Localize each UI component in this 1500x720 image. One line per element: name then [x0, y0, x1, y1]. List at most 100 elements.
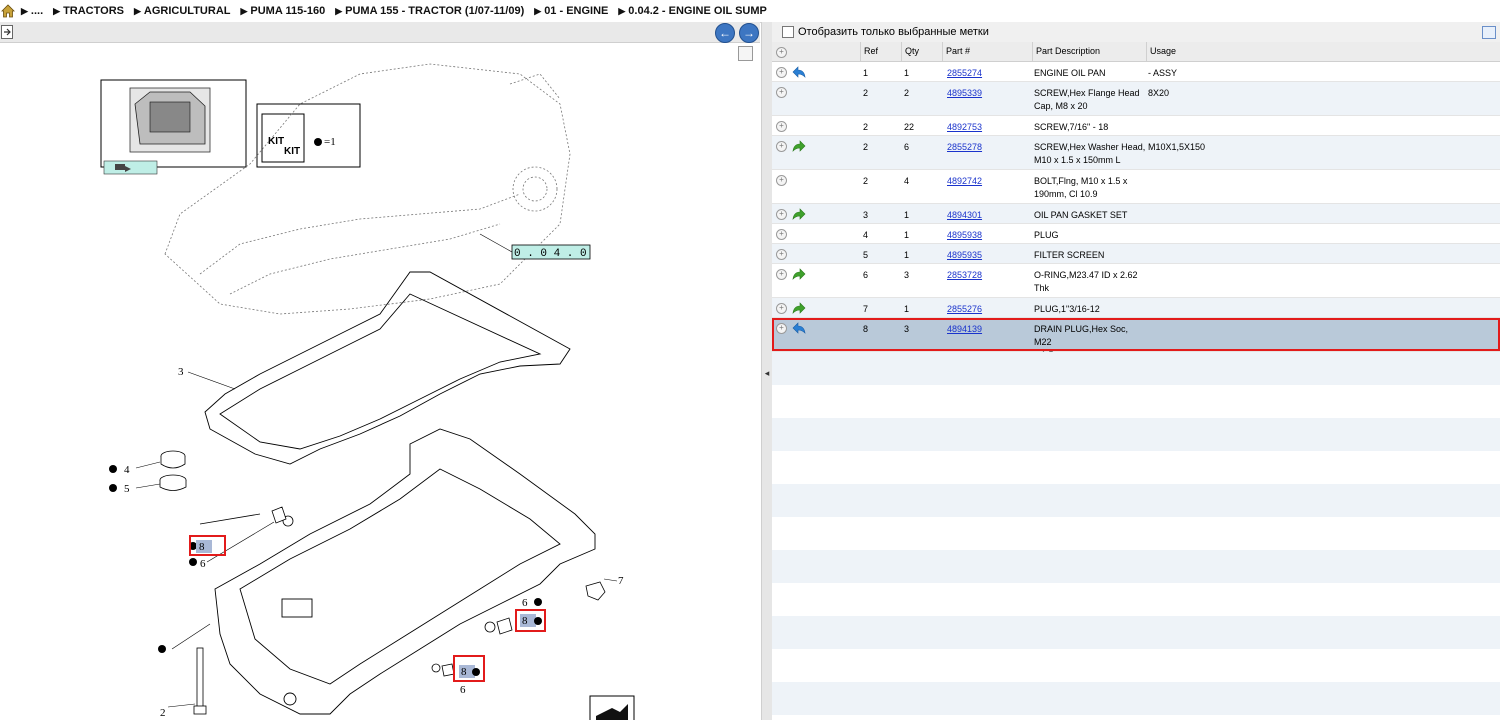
ref-cell: 2: [863, 88, 869, 98]
return-arrow-icon[interactable]: [792, 322, 806, 334]
table-row[interactable]: +3 1 4894301 OIL PAN GASKET SET: [772, 204, 1500, 224]
part-number-cell[interactable]: 4892753: [947, 121, 982, 134]
svg-text:6: 6: [522, 597, 528, 609]
ref-cell: 6: [863, 270, 869, 280]
column-header-ref[interactable]: Ref: [860, 42, 902, 61]
column-header-qty[interactable]: Qty: [901, 42, 943, 61]
description-line: ENGINE OIL PAN: [1034, 68, 1106, 78]
part-number-cell[interactable]: 2855276: [947, 303, 982, 316]
part-number-cell[interactable]: 4895938: [947, 229, 982, 242]
part-number-cell[interactable]: 4894301: [947, 209, 982, 222]
collapse-icon[interactable]: ◂: [763, 362, 771, 384]
expand-row-icon[interactable]: +: [776, 121, 787, 132]
return-arrow-icon[interactable]: [792, 66, 806, 78]
expand-row-icon[interactable]: +: [776, 303, 787, 314]
forward-arrow-icon[interactable]: [792, 140, 806, 152]
breadcrumb-item[interactable]: ▶....: [21, 5, 43, 17]
ref-cell: 8: [863, 324, 869, 334]
forward-arrow-icon[interactable]: [792, 302, 806, 314]
part-number-link[interactable]: 2855274: [947, 68, 982, 78]
table-row[interactable]: +6 3 2853728 O-RING,M23.47 ID x 2.62 Thk: [772, 264, 1500, 298]
part-number-link[interactable]: 4894139: [947, 324, 982, 334]
empty-row: [772, 550, 1500, 583]
export-icon[interactable]: [1, 25, 13, 39]
filter-checkbox[interactable]: [782, 26, 794, 38]
table-settings-icon[interactable]: [1482, 26, 1496, 39]
forward-arrow-icon[interactable]: [792, 268, 806, 280]
table-row[interactable]: +2 4 4892742 BOLT,Flng, M10 x 1.5 x 190mm, C…: [772, 170, 1500, 204]
expand-row-icon[interactable]: +: [776, 269, 787, 280]
empty-row: [772, 616, 1500, 649]
svg-text:4: 4: [124, 464, 130, 476]
part-number-cell[interactable]: 4894139: [947, 323, 982, 336]
ref-cell: 2: [863, 176, 869, 186]
table-row[interactable]: +4 1 4895938 PLUG: [772, 224, 1500, 244]
next-page-icon[interactable]: [589, 695, 635, 720]
expand-row-icon[interactable]: +: [776, 175, 787, 186]
table-row[interactable]: +5 1 4895935 FILTER SCREEN: [772, 244, 1500, 264]
table-row[interactable]: +2 6 2855278 SCREW,Hex Washer Head, M10 x 1.…: [772, 136, 1500, 170]
part-number-link[interactable]: 2855276: [947, 304, 982, 314]
description-line: Thk: [1034, 283, 1050, 293]
description-cell: PLUG,1"3/16-12: [1034, 303, 1146, 316]
usage-cell: 8X20: [1148, 88, 1170, 98]
expand-row-icon[interactable]: +: [776, 209, 787, 220]
home-icon[interactable]: [1, 4, 15, 18]
description-line: OIL PAN GASKET SET: [1034, 210, 1128, 220]
breadcrumb-item[interactable]: ▶ TRACTORS: [53, 5, 124, 17]
expand-row-icon[interactable]: +: [776, 141, 787, 152]
forward-arrow-icon[interactable]: [792, 208, 806, 220]
next-button[interactable]: →: [739, 23, 759, 43]
drain-plug-parts: [199, 506, 606, 677]
part-number-link[interactable]: 2853728: [947, 270, 982, 280]
svg-text:KIT: KIT: [268, 136, 284, 147]
qty-cell: 1: [904, 210, 910, 220]
filter-label: Отобразить только выбранные метки: [798, 26, 989, 38]
part-number-link[interactable]: 4892753: [947, 122, 982, 132]
svg-text:8: 8: [522, 615, 528, 627]
ref-box[interactable]: 0 . 0 4 . 0: [479, 233, 591, 260]
part-number-link[interactable]: 4895938: [947, 230, 982, 240]
expand-row-icon[interactable]: +: [776, 67, 787, 78]
column-header-part[interactable]: Part #: [942, 42, 1033, 61]
breadcrumb-item[interactable]: ▶ PUMA 155 - TRACTOR (1/07-11/09): [335, 5, 524, 17]
svg-text:5: 5: [124, 483, 130, 495]
table-row[interactable]: +1 1 2855274 ENGINE OIL PAN - ASSY: [772, 62, 1500, 82]
table-row[interactable]: +2 2 4895339 SCREW,Hex Flange Head Cap, M8 x…: [772, 82, 1500, 116]
description-line: DRAIN PLUG,Hex Soc, M22: [1034, 324, 1129, 347]
description-line: BOLT,Flng, M10 x 1.5 x: [1034, 176, 1128, 186]
expand-all-icon[interactable]: +: [776, 47, 787, 58]
previous-button[interactable]: ←: [715, 23, 735, 43]
part-number-cell[interactable]: 4895339: [947, 87, 982, 100]
table-row[interactable]: +2 22 4892753 SCREW,7/16" - 18: [772, 116, 1500, 136]
part-number-link[interactable]: 4895339: [947, 88, 982, 98]
svg-text:KIT: KIT: [284, 146, 300, 157]
part-number-cell[interactable]: 2855274: [947, 67, 982, 80]
part-number-link[interactable]: 2855278: [947, 142, 982, 152]
ref-cell: 2: [863, 142, 869, 152]
column-header-usage[interactable]: Usage: [1146, 42, 1500, 61]
table-row[interactable]: +834894139DRAIN PLUG,Hex Soc, M22x 1.5: [772, 318, 1500, 360]
part-number-cell[interactable]: 4892742: [947, 175, 982, 188]
empty-row: [772, 715, 1500, 720]
breadcrumb-item[interactable]: ▶ AGRICULTURAL: [134, 5, 230, 17]
part-number-cell[interactable]: 2853728: [947, 269, 982, 282]
description-cell: PLUG: [1034, 229, 1146, 242]
expand-row-icon[interactable]: +: [776, 323, 787, 334]
part-number-link[interactable]: 4892742: [947, 176, 982, 186]
expand-row-icon[interactable]: +: [776, 87, 787, 98]
part-number-cell[interactable]: 2855278: [947, 141, 982, 154]
breadcrumb-item-current: ▶ 0.04.2 - ENGINE OIL SUMP: [618, 5, 767, 17]
breadcrumb-item[interactable]: ▶ PUMA 115-160: [240, 5, 325, 17]
table-row[interactable]: +7 1 2855276 PLUG,1"3/16-12: [772, 298, 1500, 318]
engine-thumbnail[interactable]: [100, 79, 247, 175]
breadcrumb-item[interactable]: ▶ 01 - ENGINE: [534, 5, 608, 17]
description-line: Cap, M8 x 20: [1034, 101, 1088, 111]
part-number-link[interactable]: 4894301: [947, 210, 982, 220]
part-number-link[interactable]: 4895935: [947, 250, 982, 260]
expand-row-icon[interactable]: +: [776, 249, 787, 260]
expand-row-icon[interactable]: +: [776, 229, 787, 240]
column-header-description[interactable]: Part Description: [1032, 42, 1147, 61]
diagram-pane: ← → KIT KIT =1 0 . 0 4 . 0 3 4 5 6 2 6 7…: [0, 22, 760, 720]
part-number-cell[interactable]: 4895935: [947, 249, 982, 262]
